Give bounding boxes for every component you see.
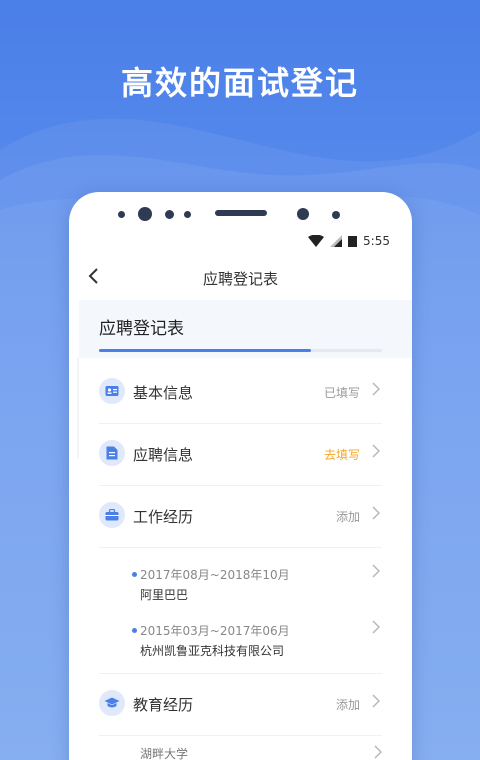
add-education-button[interactable]: 添加 [336,696,360,713]
chevron-right-icon [372,381,381,400]
section-application-info[interactable]: 应聘信息 去填写 [99,424,382,486]
status-bar: 5:55 [308,232,390,250]
section-status: 已填写 [323,386,360,400]
section-basic-info[interactable]: 基本信息 已填写 [99,362,382,424]
work-entry[interactable]: 2015年03月~2017年06月 杭州凯鲁亚克科技有限公司 [99,620,382,676]
chevron-right-icon [372,564,381,582]
progress-fill [99,349,312,352]
work-company: 杭州凯鲁亚克科技有限公司 [140,644,285,658]
section-education[interactable]: 教育经历 添加 [99,674,382,736]
graduation-cap-icon [99,690,125,716]
bullet-dot [132,628,137,633]
id-card-icon [99,378,125,404]
form-title: 应聘登记表 [99,319,184,339]
sensor-dot [297,208,309,220]
status-time: 5:55 [363,234,390,248]
phone-mockup: 5:55 应聘登记表 应聘登记表 基本信息 已填写 应聘信息 去填写 工作经历 … [69,192,412,760]
chevron-right-icon [372,620,381,638]
phone-speaker [215,210,267,216]
section-label: 教育经历 [133,696,194,714]
chevron-right-icon [372,505,381,524]
battery-icon [348,236,358,247]
add-work-button[interactable]: 添加 [336,508,360,525]
sensor-dot [184,211,191,218]
work-company: 阿里巴巴 [140,588,189,602]
wifi-icon [308,235,325,247]
nav-title: 应聘登记表 [202,270,278,288]
chevron-right-icon [372,443,381,462]
education-school[interactable]: 湖畔大学 [140,745,188,760]
sensor-dot [165,210,174,219]
chevron-right-icon [372,693,381,712]
section-label: 工作经历 [133,508,194,526]
nav-bar: 应聘登记表 [69,258,412,298]
hero-title: 高效的面试登记 [120,64,359,102]
work-entry[interactable]: 2017年08月~2018年10月 阿里巴巴 [99,564,382,620]
form-header: 应聘登记表 [79,300,412,358]
section-status: 去填写 [323,448,360,462]
section-work-experience[interactable]: 工作经历 添加 [99,486,382,548]
section-label: 基本信息 [133,384,194,402]
work-period: 2015年03月~2017年06月 [140,624,290,638]
sensor-dot [118,211,125,218]
document-icon [99,440,125,466]
briefcase-icon [99,502,125,528]
form-progress-bar [99,349,382,352]
work-period: 2017年08月~2018年10月 [140,568,290,582]
sensor-dot [332,211,340,219]
divider [77,358,79,458]
chevron-right-icon [374,745,383,760]
signal-icon [330,235,343,247]
front-camera-icon [138,207,152,221]
section-label: 应聘信息 [133,446,194,464]
bullet-dot [132,572,137,577]
